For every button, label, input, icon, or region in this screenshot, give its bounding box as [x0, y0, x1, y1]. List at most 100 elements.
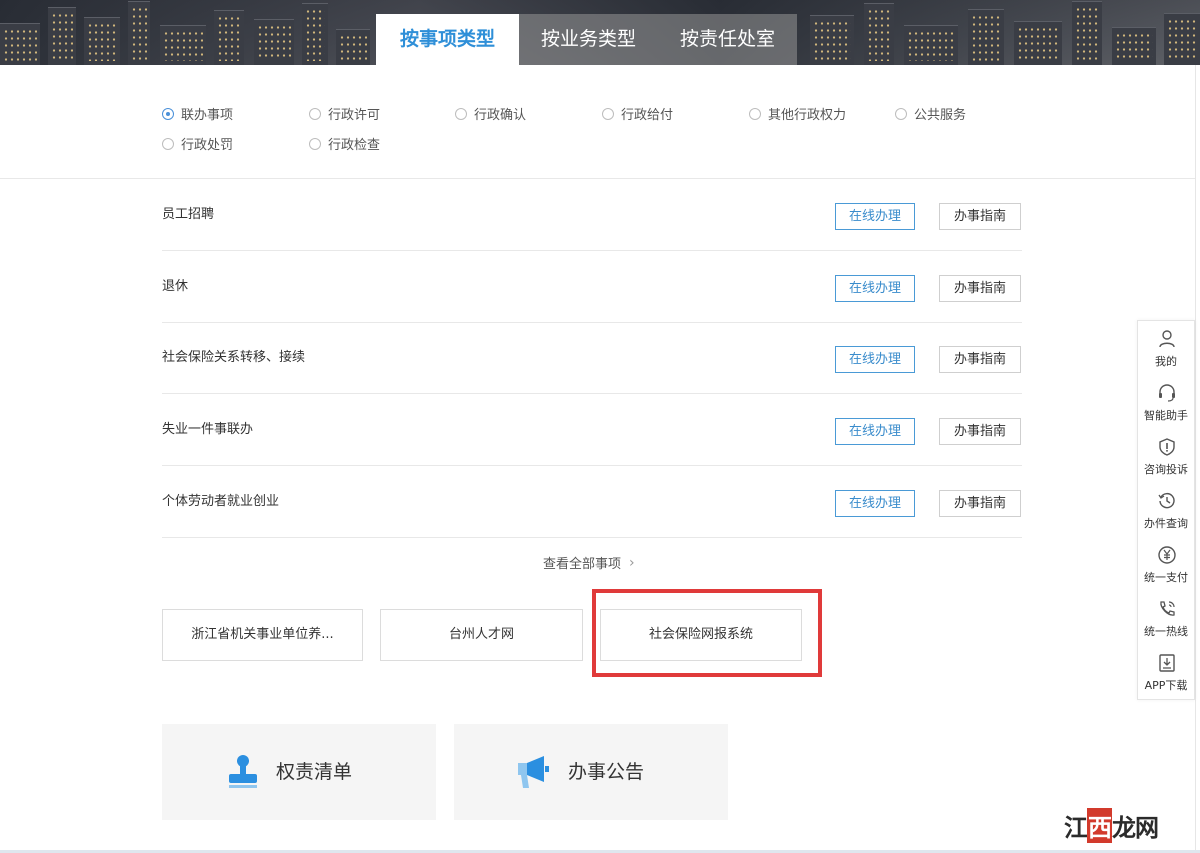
system-link-pension[interactable]: 浙江省机关事业单位养... — [162, 609, 363, 661]
toolbar-label: 咨询投诉 — [1144, 463, 1188, 476]
radio-icon — [455, 107, 467, 120]
tab-by-business-type[interactable]: 按业务类型 — [519, 14, 659, 65]
banner: 按事项类型 按业务类型 按责任处室 — [0, 0, 1200, 65]
content-border — [1195, 65, 1196, 853]
filter-admin-inspection[interactable]: 行政检查 — [309, 134, 380, 153]
item-name[interactable]: 失业一件事联办 — [162, 394, 253, 466]
list-item: 社会保险关系转移、接续 在线办理 办事指南 — [162, 322, 1022, 394]
online-handle-button[interactable]: 在线办理 — [835, 418, 915, 445]
filter-admin-confirm[interactable]: 行政确认 — [455, 104, 526, 123]
city-building — [128, 1, 150, 65]
city-building — [84, 17, 120, 65]
filter-public-service[interactable]: 公共服务 — [895, 104, 966, 123]
system-link-talent-network[interactable]: 台州人才网 — [380, 609, 583, 661]
history-icon — [1158, 492, 1175, 509]
guide-button[interactable]: 办事指南 — [939, 346, 1021, 373]
city-building — [904, 25, 958, 65]
filter-joint-items[interactable]: 联办事项 — [162, 104, 233, 123]
city-building — [810, 15, 854, 65]
filter-label: 联办事项 — [181, 108, 234, 123]
highlight-box — [592, 589, 822, 677]
floating-toolbar: 我的 智能助手 咨询投诉 办件查询 统一支付 统一热线 APP下载 — [1137, 320, 1195, 700]
toolbar-label: 办件查询 — [1144, 517, 1188, 530]
filter-label: 行政确认 — [474, 108, 527, 123]
yuan-icon — [1158, 546, 1176, 564]
filter-label: 其他行政权力 — [768, 108, 847, 123]
phone-icon — [1160, 601, 1175, 616]
guide-button[interactable]: 办事指南 — [939, 418, 1021, 445]
tab-by-department[interactable]: 按责任处室 — [658, 14, 798, 65]
filter-admin-license[interactable]: 行政许可 — [309, 104, 380, 123]
list-item: 退休 在线办理 办事指南 — [162, 251, 1022, 323]
card-announcements[interactable]: 办事公告 — [454, 724, 728, 820]
radio-icon — [749, 107, 761, 120]
city-building — [214, 10, 244, 65]
city-building — [302, 3, 328, 65]
toolbar-query[interactable]: 办件查询 — [1138, 483, 1194, 537]
item-name[interactable]: 个体劳动者就业创业 — [162, 466, 279, 538]
list-item: 失业一件事联办 在线办理 办事指南 — [162, 394, 1022, 466]
toolbar-label: 统一热线 — [1144, 625, 1188, 638]
radio-icon — [895, 107, 907, 120]
radio-icon — [602, 107, 614, 120]
guide-button[interactable]: 办事指南 — [939, 275, 1021, 302]
city-building — [1164, 13, 1200, 65]
radio-icon — [309, 137, 321, 150]
megaphone-icon — [518, 756, 549, 788]
city-building — [864, 3, 894, 65]
toolbar-hotline[interactable]: 统一热线 — [1138, 591, 1194, 645]
watermark-text: 江 — [1064, 813, 1088, 842]
city-building — [1014, 21, 1062, 65]
toolbar-my[interactable]: 我的 — [1138, 321, 1194, 375]
city-building — [1112, 27, 1156, 65]
item-name[interactable]: 退休 — [162, 251, 188, 323]
card-label: 办事公告 — [568, 761, 645, 783]
card-label: 权责清单 — [276, 761, 353, 783]
toolbar-assistant[interactable]: 智能助手 — [1138, 375, 1194, 429]
city-building — [48, 7, 76, 65]
category-tabs: 按事项类型 按业务类型 按责任处室 — [376, 14, 798, 65]
toolbar-label: 智能助手 — [1144, 409, 1188, 422]
user-icon — [1159, 330, 1175, 348]
toolbar-consult[interactable]: 咨询投诉 — [1138, 429, 1194, 483]
filter-admin-payment[interactable]: 行政给付 — [602, 104, 673, 123]
filter-label: 行政检查 — [328, 138, 381, 153]
filter-other-admin-power[interactable]: 其他行政权力 — [749, 104, 846, 123]
online-handle-button[interactable]: 在线办理 — [835, 203, 915, 230]
toolbar-app-download[interactable]: APP下载 — [1138, 645, 1194, 699]
watermark-text: 龙网 — [1112, 813, 1159, 842]
online-handle-button[interactable]: 在线办理 — [835, 490, 915, 517]
item-name[interactable]: 员工招聘 — [162, 179, 214, 251]
filter-label: 行政给付 — [621, 108, 674, 123]
list-item: 个体劳动者就业创业 在线办理 办事指南 — [162, 466, 1022, 538]
card-responsibility-list[interactable]: 权责清单 — [162, 724, 436, 820]
list-item: 员工招聘 在线办理 办事指南 — [162, 179, 1022, 251]
shield-alert-icon — [1159, 438, 1175, 456]
download-icon — [1159, 654, 1175, 672]
view-all-link[interactable]: 查看全部事项 › — [543, 553, 635, 573]
guide-button[interactable]: 办事指南 — [939, 490, 1021, 517]
radio-icon — [162, 137, 174, 150]
toolbar-payment[interactable]: 统一支付 — [1138, 537, 1194, 591]
online-handle-button[interactable]: 在线办理 — [835, 346, 915, 373]
guide-button[interactable]: 办事指南 — [939, 203, 1021, 230]
filter-admin-penalty[interactable]: 行政处罚 — [162, 134, 233, 153]
toolbar-label: 统一支付 — [1144, 571, 1188, 584]
chevron-right-icon: › — [629, 554, 635, 571]
filter-label: 行政处罚 — [181, 138, 234, 153]
city-building — [968, 9, 1004, 65]
stamp-icon — [229, 755, 257, 788]
toolbar-label: APP下载 — [1144, 679, 1188, 692]
tab-by-item-type[interactable]: 按事项类型 — [376, 14, 519, 65]
city-building — [160, 25, 206, 65]
online-handle-button[interactable]: 在线办理 — [835, 275, 915, 302]
view-all-label: 查看全部事项 — [543, 557, 622, 572]
city-building — [0, 23, 40, 65]
item-name[interactable]: 社会保险关系转移、接续 — [162, 322, 305, 394]
city-building — [336, 29, 370, 65]
filter-label: 公共服务 — [914, 108, 967, 123]
city-building — [1072, 1, 1102, 65]
toolbar-label: 我的 — [1155, 355, 1177, 368]
watermark-logo: 江西龙网 — [1064, 808, 1159, 843]
city-building — [254, 19, 294, 65]
